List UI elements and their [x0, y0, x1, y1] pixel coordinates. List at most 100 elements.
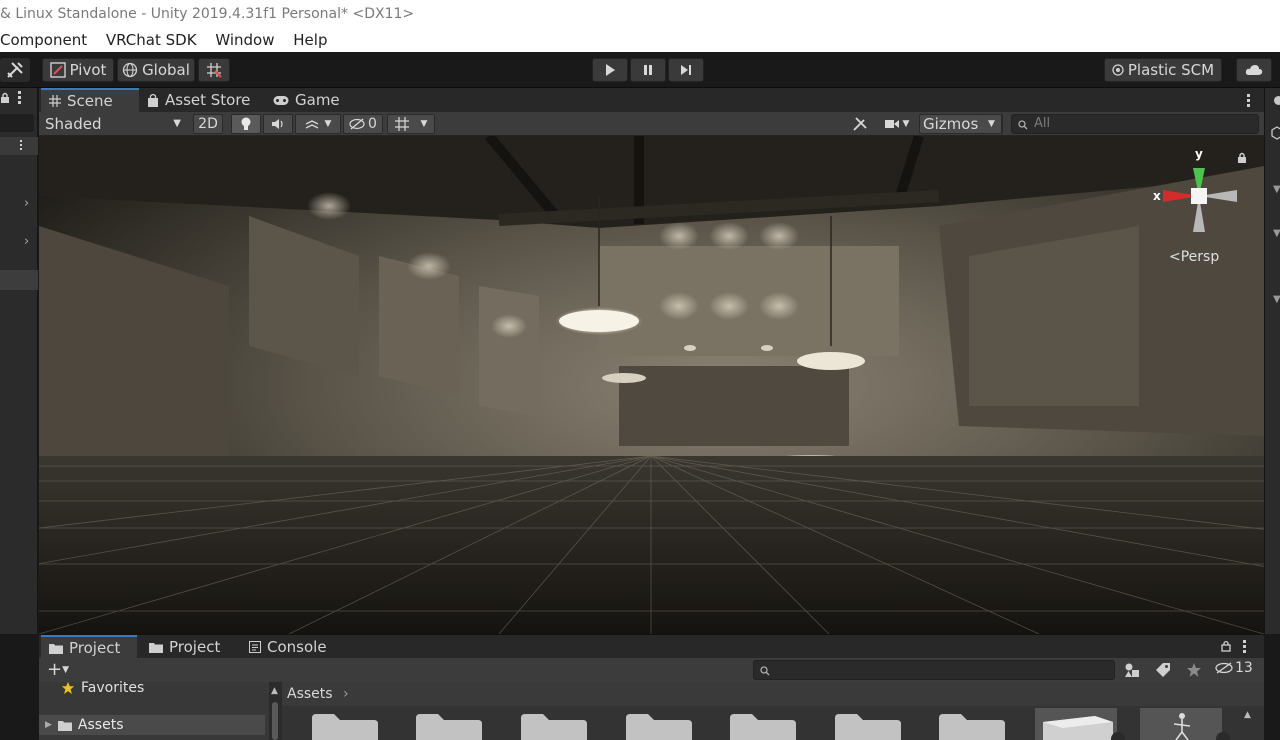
hierarchy-panel-edge: › › [0, 88, 38, 634]
filter-by-type-icon[interactable] [1124, 662, 1140, 678]
play-icon [606, 64, 615, 76]
expand-arrow-icon[interactable]: › [24, 196, 29, 211]
pivot-button[interactable]: Pivot [42, 58, 114, 82]
asset-folder-icon[interactable] [730, 714, 796, 740]
hidden-packages-toggle[interactable]: 13 [1215, 660, 1253, 676]
shading-mode-dropdown[interactable]: Shaded ▼ [39, 114, 185, 134]
assets-tree-item[interactable]: ▶ Assets [39, 715, 265, 735]
tab-scene[interactable]: Scene [41, 88, 139, 112]
camera-dropdown[interactable]: ▼ [879, 114, 915, 134]
dropdown-arrow-icon: ▼ [324, 119, 332, 129]
scrollbar-thumb[interactable] [272, 702, 278, 740]
favorites-item[interactable]: Favorites [61, 680, 144, 696]
favorite-star-icon[interactable] [1186, 662, 1202, 678]
grid-dropdown[interactable]: ▼ [387, 114, 435, 134]
asset-folder-icon[interactable] [521, 714, 587, 740]
dropdown-arrow-icon: ▼ [62, 665, 70, 675]
toggle-2d-label: 2D [198, 116, 218, 132]
scroll-up-arrow-icon[interactable]: ▲ [271, 686, 278, 696]
scene-toolbar: Shaded ▼ 2D ▼ 0 ▼ ▼ Gizmos ▼ All [39, 112, 1264, 136]
orientation-gizmo[interactable]: y x <Persp [1149, 146, 1249, 276]
gizmos-dropdown-arrow[interactable]: ▼ [982, 114, 1002, 134]
lighting-toggle[interactable] [231, 114, 261, 134]
tab-game[interactable]: Game [265, 88, 348, 112]
global-label: Global [142, 61, 190, 79]
scene-search-placeholder: All [1034, 116, 1051, 131]
menu-help[interactable]: Help [293, 28, 327, 52]
model-expand-icon[interactable] [1216, 732, 1230, 740]
grid-scroll-up-icon[interactable]: ▲ [1244, 710, 1251, 720]
kebab-menu-icon[interactable] [18, 91, 21, 105]
gizmo-lock-icon[interactable] [1237, 152, 1247, 164]
toggle-2d-button[interactable]: 2D [193, 114, 223, 134]
scene-row-menu-icon[interactable] [20, 140, 23, 152]
asset-folder-icon[interactable] [835, 714, 901, 740]
cloud-icon [1245, 65, 1263, 75]
play-button[interactable] [592, 58, 628, 82]
scene-tab-bar: Scene Asset Store Game [39, 88, 1264, 112]
scene-search-input[interactable]: All [1011, 114, 1259, 134]
persp-arrow-icon: < [1169, 249, 1181, 265]
speaker-icon [272, 119, 283, 129]
plus-icon: + [47, 659, 63, 680]
project-folder-tree: Favorites ▶ Assets [39, 680, 269, 740]
menu-component[interactable]: Component [0, 28, 87, 52]
search-icon [1018, 120, 1028, 130]
asset-prefab-thumbnail[interactable] [1035, 708, 1125, 740]
grid-snap-button[interactable] [198, 58, 230, 82]
create-button[interactable]: +▼ [47, 659, 69, 680]
step-button[interactable] [668, 58, 704, 82]
expand-arrow-icon[interactable]: › [24, 234, 29, 249]
prefab-preview-icon [1043, 716, 1113, 740]
scene-tab-menu-icon[interactable] [1247, 94, 1250, 107]
tools-icon[interactable] [0, 58, 30, 82]
project-search-input[interactable] [753, 660, 1115, 680]
filter-by-label-icon[interactable] [1155, 662, 1171, 678]
lock-icon[interactable] [0, 92, 10, 104]
collapse-arrow-icon[interactable]: ▼ [1273, 184, 1280, 195]
axis-gizmo-icon [1163, 168, 1237, 232]
breadcrumb-assets[interactable]: Assets [287, 686, 333, 702]
asset-folder-icon[interactable] [939, 714, 1005, 740]
asset-folder-icon[interactable] [626, 714, 692, 740]
inspector-tab-icon[interactable] [1274, 96, 1280, 105]
asset-model-thumbnail[interactable] [1140, 708, 1230, 740]
audio-toggle[interactable] [263, 114, 293, 134]
plastic-scm-label: Plastic SCM [1127, 61, 1215, 79]
effects-dropdown[interactable]: ▼ [295, 114, 341, 134]
asset-folder-icon[interactable] [416, 714, 482, 740]
projection-toggle[interactable]: <Persp [1169, 249, 1219, 265]
tools-settings-button[interactable] [847, 114, 873, 134]
prefab-expand-icon[interactable] [1111, 732, 1125, 740]
effects-icon [305, 120, 318, 129]
pause-button[interactable] [630, 58, 666, 82]
grid-snap-icon [207, 63, 222, 78]
asset-folder-icon[interactable] [312, 714, 378, 740]
cloud-button[interactable] [1236, 58, 1272, 82]
scene-visibility-toggle[interactable]: 0 [343, 114, 383, 134]
collapse-arrow-icon[interactable]: ▼ [1273, 294, 1280, 305]
panel-scrollbar[interactable]: ▲ [269, 682, 282, 740]
project-menu-icon[interactable] [1243, 640, 1246, 653]
main-toolbar: Pivot Global Plastic SCM [0, 52, 1280, 88]
model-preview-icon [1173, 713, 1191, 740]
tab-scene-label: Scene [67, 92, 113, 110]
tab-project-2[interactable]: Project [141, 635, 228, 659]
pause-icon [644, 65, 652, 75]
hierarchy-search-field[interactable] [0, 114, 34, 132]
tab-project-1[interactable]: Project [41, 635, 137, 659]
tab-asset-store[interactable]: Asset Store [139, 88, 258, 112]
menu-vrchat-sdk[interactable]: VRChat SDK [106, 28, 197, 52]
inspector-panel-edge: ▼ ▼ ▼ [1264, 88, 1280, 634]
plastic-scm-button[interactable]: Plastic SCM [1104, 58, 1222, 82]
hidden-packages-count: 13 [1235, 660, 1253, 676]
menu-window[interactable]: Window [215, 28, 274, 52]
global-button[interactable]: Global [117, 58, 195, 82]
scene-viewport[interactable]: y x <Persp [39, 136, 1264, 634]
hierarchy-scene-row[interactable] [0, 137, 38, 155]
tab-project-2-label: Project [169, 638, 221, 656]
tab-console[interactable]: Console [241, 635, 335, 659]
project-lock-icon[interactable] [1221, 640, 1231, 652]
collapse-arrow-icon[interactable]: ▼ [1273, 228, 1280, 239]
hierarchy-selected-row[interactable] [0, 270, 38, 290]
